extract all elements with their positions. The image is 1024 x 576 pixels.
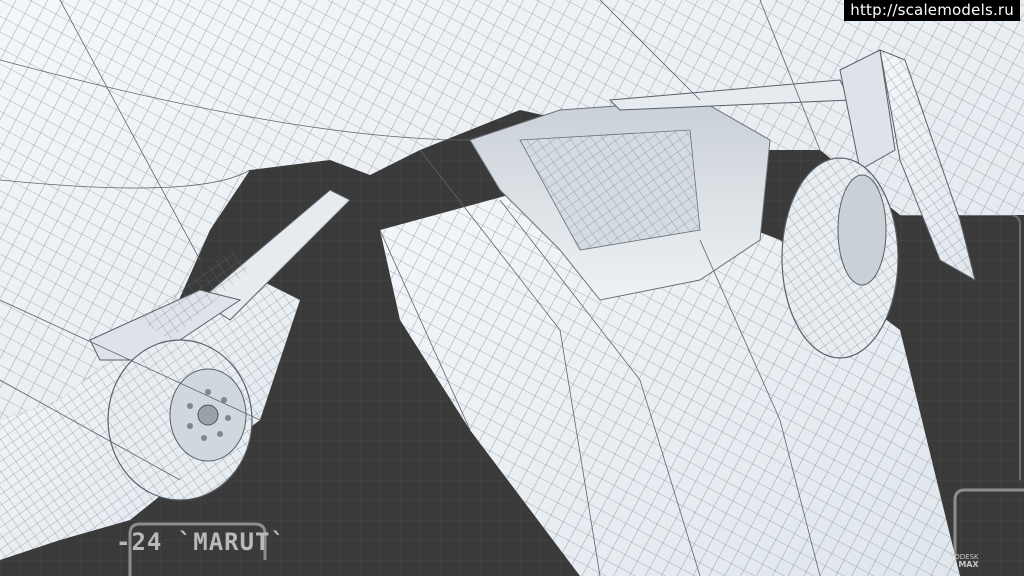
watermark-url: http://scalemodels.ru: [844, 0, 1020, 21]
main-wheel-right: [781, 157, 899, 359]
main-wheel-left: [107, 339, 253, 501]
render-scene: [0, 0, 1024, 576]
model-caption: -24 `MARUT`: [116, 528, 286, 556]
software-badge: TODESK MAX: [950, 553, 979, 569]
software-badge-line2: MAX: [958, 560, 979, 569]
